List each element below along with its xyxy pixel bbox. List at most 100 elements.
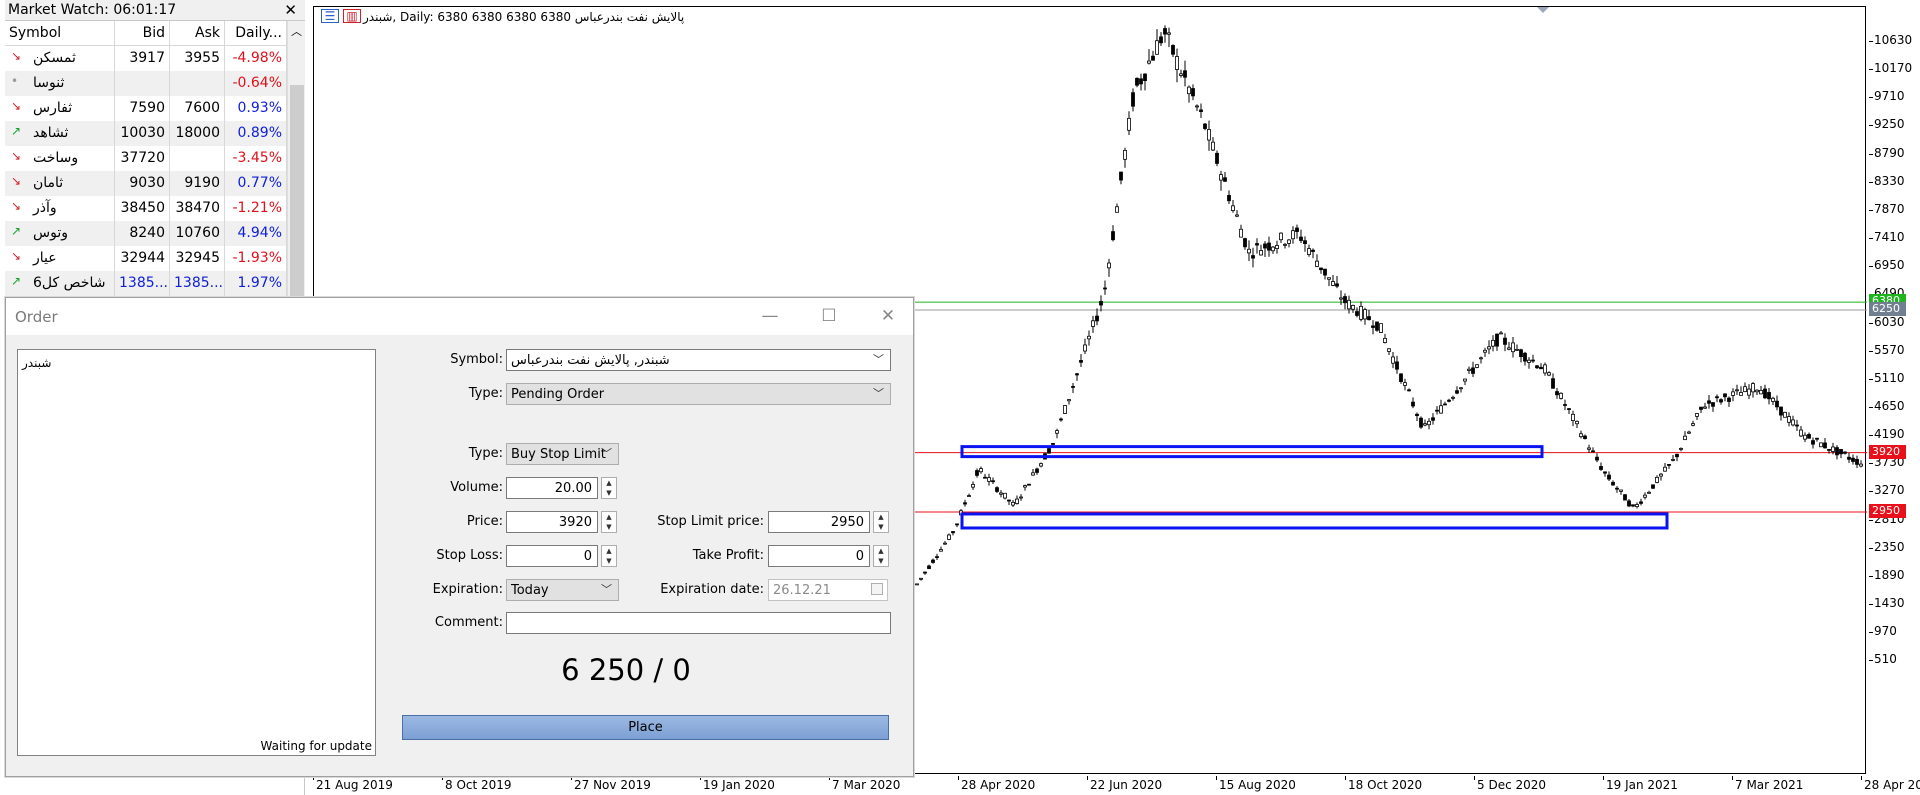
candle-body <box>1711 402 1715 407</box>
close-icon[interactable]: ✕ <box>284 1 297 19</box>
candle-body <box>1663 466 1667 472</box>
candle-body <box>1423 423 1427 426</box>
candle-body <box>1035 468 1039 473</box>
chevron-up-icon[interactable]: ︿ <box>291 23 302 39</box>
expiration-date-input: 26.12.21 <box>768 579 888 601</box>
column-header-symbol[interactable]: Symbol <box>5 21 115 45</box>
pending-type-select[interactable]: Buy Stop Limit ﹀ <box>506 443 619 465</box>
symbol-cell[interactable]: ↘ وآذر <box>5 196 115 221</box>
price-stepper[interactable]: ▲ ▼ <box>601 511 617 533</box>
candle-body <box>1579 433 1583 438</box>
stop-loss-stepper[interactable]: ▲ ▼ <box>601 545 617 567</box>
scrollbar-thumb[interactable] <box>290 85 304 297</box>
candle-body <box>1699 406 1703 410</box>
bid-cell: 32944 <box>115 246 170 271</box>
candle-body <box>1547 372 1551 376</box>
symbol-cell[interactable]: ↘ ثمسکن <box>5 46 115 71</box>
symbol-cell[interactable]: ↘ ثامان <box>5 171 115 196</box>
candle-body <box>1531 359 1535 362</box>
candle-body <box>1559 392 1563 399</box>
symbol-value: شبندر, پالایش نفت بندرعباس <box>511 353 670 368</box>
take-profit-stepper[interactable]: ▲ ▼ <box>873 545 889 567</box>
market-watch-row[interactable]: ↘ وآذر 38450 38470 -1.21% <box>5 196 287 221</box>
candle-body <box>1783 411 1787 418</box>
y-tick-mark <box>1869 632 1873 634</box>
candle-body <box>1067 399 1071 402</box>
market-watch-row[interactable]: ↘ ثفارس 7590 7600 0.93% <box>5 96 287 121</box>
y-tick-mark <box>1869 547 1873 549</box>
y-tick-label: 4190 <box>1874 427 1905 442</box>
spin-down-icon[interactable]: ▼ <box>602 556 616 566</box>
market-watch-scrollbar[interactable]: ︿ <box>287 21 305 297</box>
volume-stepper[interactable]: ▲ ▼ <box>601 477 617 499</box>
minimize-icon[interactable]: — <box>750 303 790 329</box>
symbol-cell[interactable]: ↘ عیار <box>5 246 115 271</box>
symbol-select[interactable]: شبندر, پالایش نفت بندرعباس ﹀ <box>506 349 891 371</box>
market-watch-row[interactable]: ↘ عیار 32944 32945 -1.93% <box>5 246 287 271</box>
column-header-daily-change[interactable]: Daily... <box>225 21 287 45</box>
market-watch-row[interactable]: ↗ وتوس 8240 10760 4.94% <box>5 221 287 246</box>
market-watch-row[interactable]: ↗ ثشاهد 10030 18000 0.89% <box>5 121 287 146</box>
column-header-bid[interactable]: Bid <box>115 21 170 45</box>
x-tick-label: 15 Aug 2020 <box>1219 778 1296 792</box>
candle-body <box>1507 347 1511 350</box>
symbol-cell[interactable]: ↗ ثشاهد <box>5 121 115 146</box>
symbol-cell[interactable]: ↗ وتوس <box>5 221 115 246</box>
candle-body <box>1075 373 1079 376</box>
column-header-ask[interactable]: Ask <box>170 21 225 45</box>
spin-down-icon[interactable]: ▼ <box>874 522 888 532</box>
candle-body <box>1467 368 1471 371</box>
stop-limit-input[interactable]: 2950 <box>768 511 870 533</box>
candle-body <box>1615 487 1619 490</box>
candle-body <box>1543 364 1547 374</box>
market-watch-row[interactable]: ↘ وساخت 37720 -3.45% <box>5 146 287 171</box>
indicator-icon[interactable]: ▥ <box>343 9 361 23</box>
comment-input[interactable] <box>506 612 891 634</box>
spin-down-icon[interactable]: ▼ <box>602 488 616 498</box>
symbol-cell[interactable]: ↘ وساخت <box>5 146 115 171</box>
spin-up-icon[interactable]: ▲ <box>602 478 616 488</box>
symbol-cell[interactable]: ↘ ثفارس <box>5 96 115 121</box>
dialog-title: Order <box>15 308 58 326</box>
symbol-cell[interactable]: ↗ شاخص کل6 <box>5 271 115 296</box>
expiration-select[interactable]: Today ﹀ <box>506 579 619 601</box>
candle-body <box>1567 408 1571 411</box>
spin-down-icon[interactable]: ▼ <box>874 556 888 566</box>
dialog-titlebar[interactable]: Order — ☐ ✕ <box>6 298 913 335</box>
price-axis[interactable]: 1063010170971092508790833078707410695064… <box>1869 0 1920 795</box>
order-type-select[interactable]: Pending Order ﹀ <box>506 383 891 405</box>
market-watch-row[interactable]: ↗ شاخص کل6 1385... 1385... 1.97% <box>5 271 287 296</box>
candle-body <box>1171 45 1175 55</box>
spin-up-icon[interactable]: ▲ <box>874 512 888 522</box>
candle-body <box>1131 92 1135 107</box>
candle-body <box>1715 396 1719 399</box>
market-watch-row[interactable]: ↘ ثمسکن 3917 3955 -4.98% <box>5 46 287 71</box>
candle-body <box>1307 248 1311 256</box>
y-tick-label: 6950 <box>1874 258 1905 273</box>
volume-label: Volume: <box>450 480 503 495</box>
close-icon[interactable]: ✕ <box>868 303 908 329</box>
take-profit-input[interactable]: 0 <box>768 545 870 567</box>
candle-body <box>1359 305 1363 320</box>
spin-up-icon[interactable]: ▲ <box>602 512 616 522</box>
time-axis[interactable]: 21 Aug 2019 8 Oct 2019 27 Nov 2019 19 Jan 2… <box>313 776 1920 795</box>
market-watch-row[interactable]: • ثنوسا -0.64% <box>5 71 287 96</box>
candle-body <box>1503 337 1507 345</box>
candle-body <box>1311 249 1315 252</box>
maximize-icon[interactable]: ☐ <box>809 303 849 329</box>
daily-change-cell: 0.93% <box>225 96 287 121</box>
candle-body <box>1575 420 1579 425</box>
market-watch-titlebar: Market Watch: 06:01:17 ✕ <box>5 0 305 21</box>
chart-list-icon[interactable]: ☰ <box>321 9 339 23</box>
symbol-cell[interactable]: • ثنوسا <box>5 71 115 96</box>
stop-limit-stepper[interactable]: ▲ ▼ <box>873 511 889 533</box>
place-button[interactable]: Place <box>402 715 889 740</box>
spin-up-icon[interactable]: ▲ <box>874 546 888 556</box>
market-watch-row[interactable]: ↘ ثامان 9030 9190 0.77% <box>5 171 287 196</box>
stop-loss-input[interactable]: 0 <box>506 545 598 567</box>
price-input[interactable]: 3920 <box>506 511 598 533</box>
spin-up-icon[interactable]: ▲ <box>602 546 616 556</box>
volume-input[interactable]: 20.00 <box>506 477 598 499</box>
spin-down-icon[interactable]: ▼ <box>602 522 616 532</box>
candle-body <box>1843 451 1847 454</box>
